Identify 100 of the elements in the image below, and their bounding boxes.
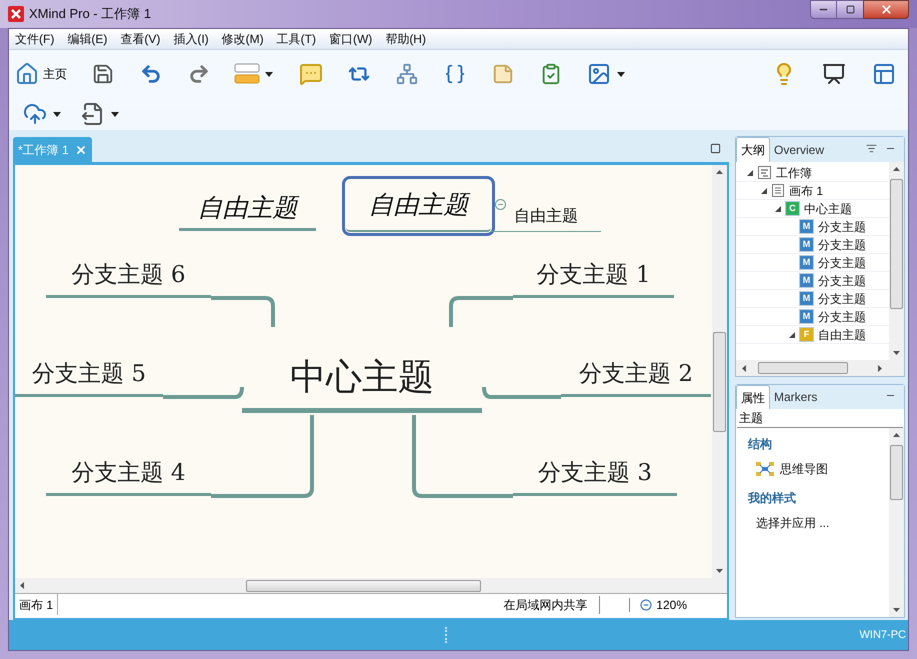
menu-item[interactable]: 帮助(H) (385, 30, 426, 48)
topic-type-badge: M (800, 256, 813, 269)
caret-icon[interactable] (111, 112, 119, 116)
view-menu-icon (866, 143, 877, 154)
connector-line (211, 296, 275, 327)
scroll-down-icon[interactable] (893, 608, 900, 612)
image-icon (587, 62, 611, 86)
scroll-left-icon[interactable] (20, 582, 24, 589)
tree-item[interactable]: 分支主题 (818, 218, 866, 236)
branch-topic[interactable]: 分支主题 4 (46, 454, 211, 496)
central-topic[interactable]: 中心主题 (242, 348, 482, 413)
menu-item[interactable]: 查看(V) (120, 30, 160, 48)
panel-tab[interactable]: Markers (770, 385, 822, 409)
structure-option[interactable]: 思维导图 (780, 460, 828, 478)
task-icon (540, 63, 562, 85)
menu-item[interactable]: 编辑(E) (67, 30, 108, 48)
scroll-down-icon[interactable] (893, 351, 900, 355)
panel-tab[interactable]: 属性 (736, 385, 770, 409)
tree-item[interactable]: 自由主题 (818, 326, 866, 344)
topic-type-badge: M (800, 292, 813, 305)
caret-icon[interactable] (265, 72, 273, 76)
zoom-level: 120% (656, 596, 687, 614)
section-title: 结构 (748, 436, 773, 453)
topic-type-badge: M (800, 220, 813, 233)
maximize-editor-icon (710, 143, 721, 154)
horizontal-scrollbar[interactable] (736, 360, 904, 376)
branch-topic[interactable]: 分支主题 1 (513, 256, 674, 298)
workbook-icon (758, 166, 771, 179)
scrollbar-thumb[interactable] (758, 362, 848, 374)
panel-tab[interactable]: 大纲 (736, 137, 770, 162)
menu-item[interactable]: 插入(I) (173, 30, 209, 48)
collapse-icon[interactable] (495, 199, 506, 210)
scroll-up-icon[interactable] (893, 433, 900, 437)
scrollbar-thumb[interactable] (713, 332, 726, 432)
tree-item[interactable]: 分支主题 (818, 236, 866, 254)
tree-item[interactable]: 分支主题 (818, 308, 866, 326)
close-tab-icon (74, 144, 87, 156)
vertical-scrollbar[interactable] (889, 428, 904, 617)
branch-topic[interactable]: 分支主题 5 (15, 355, 163, 397)
collapse-arrow-icon[interactable] (747, 170, 753, 176)
maximize-button[interactable] (837, 0, 863, 19)
speech-bubble-icon (299, 62, 323, 86)
tree-item[interactable]: 中心主题 (804, 200, 852, 218)
topic-type-badge: M (800, 238, 813, 251)
share-status[interactable]: 在局域网内共享 (503, 596, 600, 614)
vertical-scrollbar[interactable] (889, 162, 904, 360)
panel-tab[interactable]: Overview (770, 137, 828, 162)
sheet-icon (772, 184, 784, 197)
menu-item[interactable]: 窗口(W) (328, 30, 372, 48)
vertical-scrollbar[interactable] (712, 165, 727, 578)
topic-type-badge: C (786, 202, 799, 215)
scrollbar-thumb[interactable] (246, 580, 481, 592)
redo-icon (188, 63, 210, 85)
collapse-arrow-icon[interactable] (761, 188, 767, 194)
caret-icon[interactable] (53, 112, 61, 116)
scroll-up-icon[interactable] (893, 167, 900, 171)
menu-item[interactable]: 修改(M) (222, 30, 264, 48)
minimize-button[interactable] (810, 0, 837, 19)
summary-icon (444, 63, 466, 85)
panel-heading: 主题 (737, 409, 903, 428)
maximize-icon (846, 5, 854, 14)
menu-item[interactable]: 工具(T) (276, 30, 316, 48)
style-option[interactable]: 选择并应用 ... (756, 514, 830, 532)
connector-line (449, 296, 513, 327)
floating-topic[interactable]: 自由主题 (179, 187, 316, 231)
undo-icon (140, 63, 162, 85)
horizontal-scrollbar[interactable] (15, 578, 727, 593)
scrollbar-thumb[interactable] (890, 179, 903, 309)
topic-type-badge: M (800, 274, 813, 287)
home-button[interactable]: 主页 (15, 62, 67, 86)
collapse-arrow-icon[interactable] (789, 332, 795, 338)
save-icon (92, 63, 114, 85)
tree-item[interactable]: 分支主题 (818, 272, 866, 290)
sheet-tab[interactable]: 画布 1 (15, 594, 58, 615)
branch-topic[interactable]: 分支主题 3 (513, 454, 677, 496)
scroll-down-icon[interactable] (716, 569, 723, 573)
mind-map-structure-icon (756, 462, 774, 476)
cloud-upload-icon (23, 102, 47, 126)
window-title: XMind Pro - 工作簿 1 (29, 5, 152, 24)
topic-icon (234, 63, 260, 85)
scroll-left-icon[interactable] (742, 364, 746, 372)
tree-item[interactable]: 分支主题 (818, 254, 866, 272)
menu-item[interactable]: 文件(F) (15, 30, 54, 48)
scrollbar-thumb[interactable] (890, 445, 903, 500)
home-icon (15, 62, 39, 86)
collapse-arrow-icon[interactable] (775, 206, 781, 212)
export-icon (81, 102, 105, 126)
branch-topic[interactable]: 分支主题 6 (46, 256, 211, 298)
presentation-icon (822, 62, 846, 86)
zoom-out-icon (640, 598, 652, 610)
layout-icon (872, 62, 896, 86)
scroll-right-icon[interactable] (878, 364, 882, 372)
note-icon (492, 63, 514, 85)
tree-item[interactable]: 工作簿 (776, 164, 812, 182)
caret-icon[interactable] (617, 72, 625, 76)
close-button[interactable] (863, 0, 909, 19)
scroll-up-icon[interactable] (716, 170, 723, 174)
tree-item[interactable]: 分支主题 (818, 290, 866, 308)
tree-item[interactable]: 画布 1 (789, 182, 824, 200)
subtopic[interactable]: 自由主题 (491, 203, 601, 232)
